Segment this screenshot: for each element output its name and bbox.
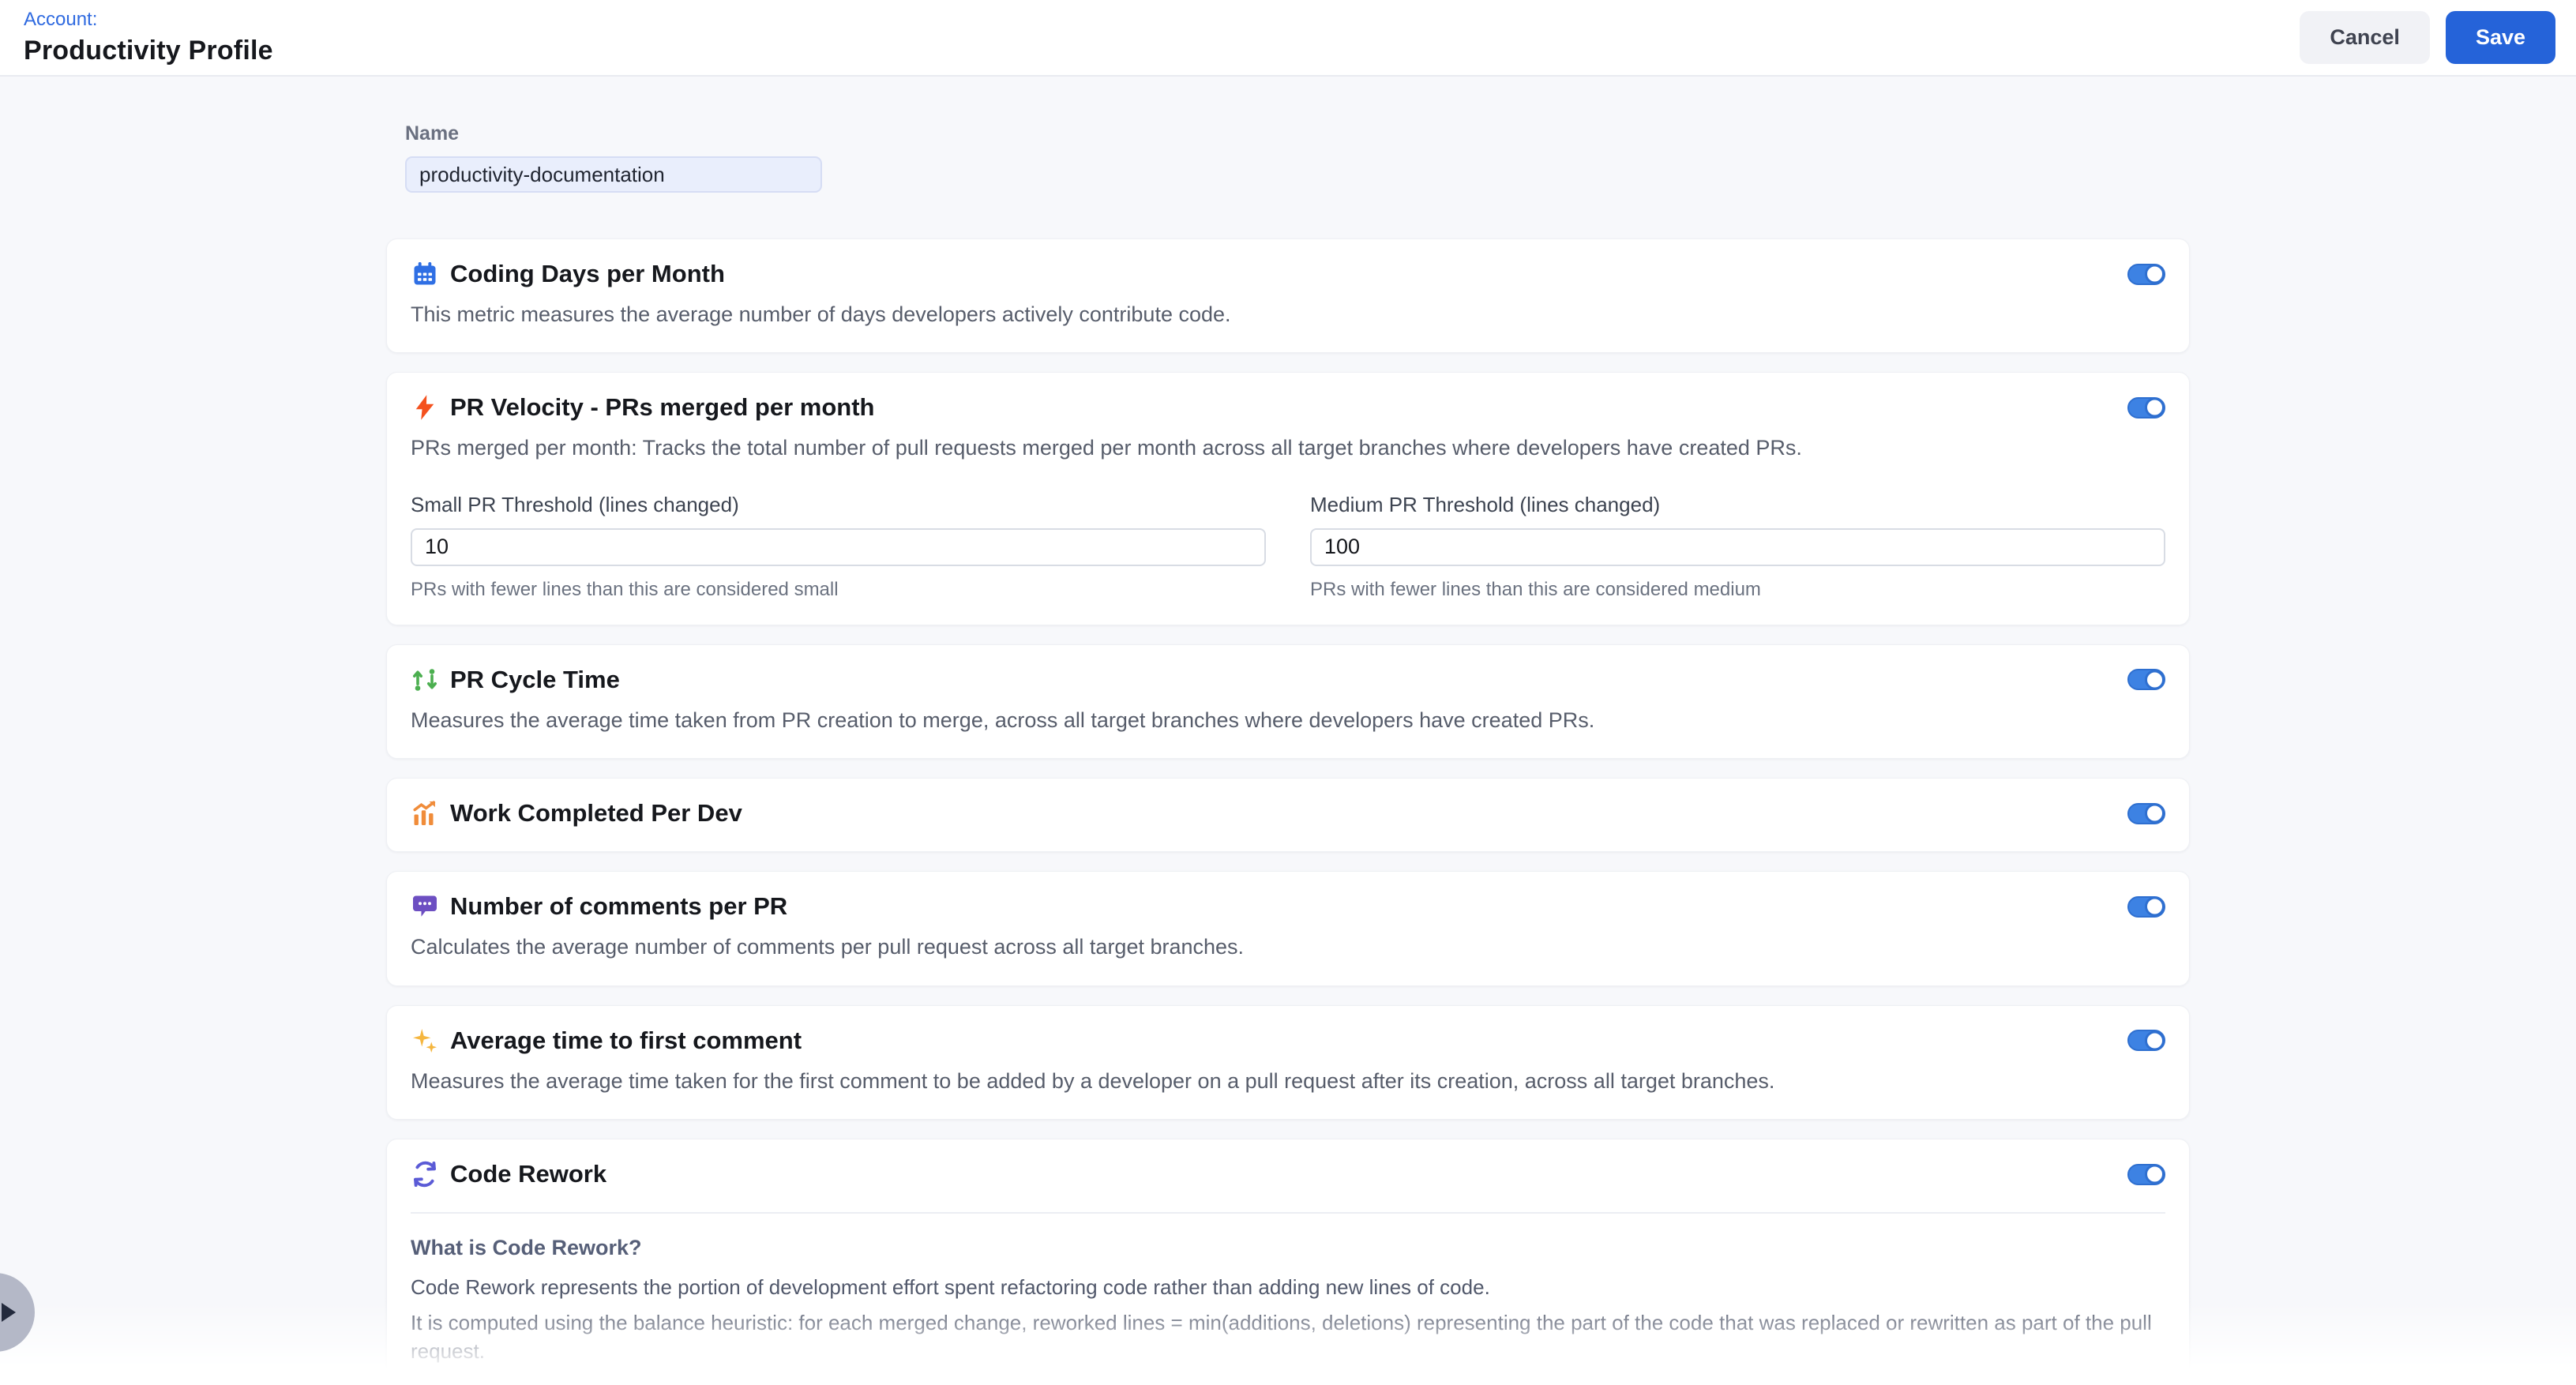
metric-card-pr-velocity: PR Velocity - PRs merged per month PRs m… (386, 372, 2190, 625)
save-button[interactable]: Save (2446, 11, 2555, 64)
cancel-button[interactable]: Cancel (2300, 11, 2430, 64)
metric-description: This metric measures the average number … (411, 300, 2165, 328)
metric-card-coding-days: Coding Days per Month This metric measur… (386, 238, 2190, 353)
avg-first-comment-toggle[interactable] (2127, 1030, 2165, 1051)
page-title: Productivity Profile (24, 36, 273, 66)
metric-description: PRs merged per month: Tracks the total n… (411, 434, 2165, 462)
metric-title: Code Rework (450, 1160, 606, 1188)
small-pr-threshold-group: Small PR Threshold (lines changed) PRs w… (411, 493, 1266, 601)
metric-title: Number of comments per PR (450, 892, 787, 921)
sparkles-icon (411, 1027, 439, 1055)
metric-card-pr-cycle-time: PR Cycle Time Measures the average time … (386, 644, 2190, 759)
metric-card-avg-first-comment: Average time to first comment Measures t… (386, 1005, 2190, 1120)
settings-main: Name Coding Days per Month (0, 0, 2576, 1385)
metric-description: Measures the average time taken for the … (411, 1067, 2165, 1095)
pr-velocity-toggle[interactable] (2127, 397, 2165, 419)
small-pr-threshold-helper: PRs with fewer lines than this are consi… (411, 579, 1266, 601)
lightning-icon (411, 393, 439, 422)
metric-card-comments-per-pr: Number of comments per PR Calculates the… (386, 871, 2190, 985)
refresh-icon (411, 1160, 439, 1188)
medium-pr-threshold-group: Medium PR Threshold (lines changed) PRs … (1310, 493, 2165, 601)
name-label: Name (405, 122, 2190, 145)
metric-title: PR Cycle Time (450, 666, 620, 694)
code-rework-question: What is Code Rework? (411, 1236, 2165, 1260)
coding-days-toggle[interactable] (2127, 264, 2165, 285)
comment-icon (411, 892, 439, 921)
work-completed-toggle[interactable] (2127, 803, 2165, 824)
medium-pr-threshold-label: Medium PR Threshold (lines changed) (1310, 493, 2165, 517)
code-rework-line1: Code Rework represents the portion of de… (411, 1273, 2165, 1301)
metric-title: Work Completed Per Dev (450, 799, 742, 828)
pr-cycle-time-toggle[interactable] (2127, 669, 2165, 690)
code-rework-line2: It is computed using the balance heurist… (411, 1308, 2165, 1366)
header-titles: Account: Productivity Profile (24, 9, 273, 66)
calendar-icon (411, 260, 439, 288)
account-breadcrumb-link[interactable]: Account: (24, 9, 273, 31)
git-compare-icon (411, 666, 439, 694)
metric-card-work-completed: Work Completed Per Dev (386, 778, 2190, 852)
metric-title: Coding Days per Month (450, 260, 725, 288)
header-actions: Cancel Save (2300, 11, 2555, 64)
comments-per-pr-toggle[interactable] (2127, 896, 2165, 918)
metric-title: Average time to first comment (450, 1027, 802, 1055)
small-pr-threshold-label: Small PR Threshold (lines changed) (411, 493, 1266, 517)
medium-pr-threshold-input[interactable] (1310, 528, 2165, 566)
medium-pr-threshold-helper: PRs with fewer lines than this are consi… (1310, 579, 2165, 601)
metric-card-code-rework: Code Rework What is Code Rework? Code Re… (386, 1139, 2190, 1385)
bar-chart-icon (411, 799, 439, 828)
card-divider (411, 1212, 2165, 1214)
small-pr-threshold-input[interactable] (411, 528, 1266, 566)
top-header: Account: Productivity Profile Cancel Sav… (0, 0, 2576, 77)
chevron-right-icon (2, 1303, 16, 1322)
profile-name-group: Name (405, 122, 2190, 193)
metric-description: Calculates the average number of comment… (411, 933, 2165, 961)
metric-description: Measures the average time taken from PR … (411, 706, 2165, 734)
code-rework-toggle[interactable] (2127, 1164, 2165, 1185)
profile-name-input[interactable] (405, 156, 822, 193)
metric-title: PR Velocity - PRs merged per month (450, 393, 874, 422)
